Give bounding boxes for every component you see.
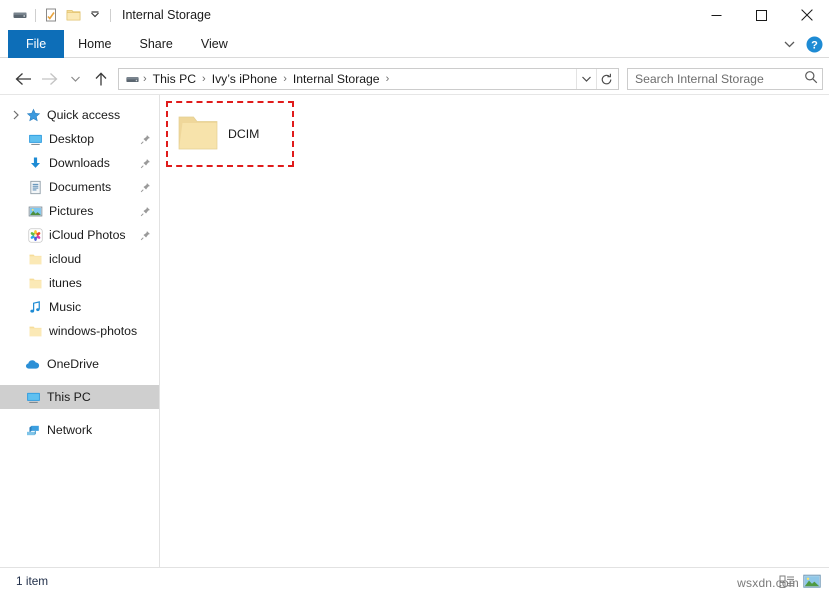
- toolbar-separator: [35, 9, 36, 22]
- sidebar-item-label: Desktop: [49, 132, 139, 146]
- pin-icon[interactable]: [139, 206, 151, 217]
- navigation-pane[interactable]: Quick access Desktop: [0, 95, 160, 567]
- properties-icon[interactable]: [40, 4, 62, 26]
- ribbon-right-controls: ?: [780, 30, 823, 58]
- drive-icon[interactable]: [123, 72, 142, 87]
- file-list-view[interactable]: DCIM: [160, 95, 829, 567]
- new-folder-icon[interactable]: [62, 4, 84, 26]
- sidebar-item-music[interactable]: Music: [0, 295, 159, 319]
- address-bar: › This PC › Ivy’s iPhone › Internal Stor…: [0, 64, 829, 94]
- breadcrumb[interactable]: › This PC › Ivy’s iPhone › Internal Stor…: [118, 68, 619, 90]
- refresh-icon[interactable]: [596, 69, 616, 89]
- folder-icon: [174, 114, 222, 154]
- sidebar-item-label: Documents: [49, 180, 139, 194]
- tab-view[interactable]: View: [187, 30, 242, 58]
- chevron-down-icon[interactable]: [84, 4, 106, 26]
- tab-home[interactable]: Home: [64, 30, 125, 58]
- title-bar: Internal Storage: [0, 0, 829, 30]
- status-bar: 1 item wsxdn.com: [0, 567, 829, 593]
- tab-file[interactable]: File: [8, 30, 64, 58]
- sidebar-item-label: Network: [47, 423, 151, 437]
- sidebar-item-label: itunes: [49, 276, 151, 290]
- window-controls: [694, 0, 829, 30]
- desktop-icon: [26, 132, 44, 147]
- file-item-label: DCIM: [228, 127, 259, 141]
- search-box[interactable]: [627, 68, 823, 90]
- sidebar-item-label: Music: [49, 300, 151, 314]
- window-title: Internal Storage: [122, 8, 211, 22]
- close-button[interactable]: [784, 0, 829, 30]
- folder-icon: [26, 324, 44, 339]
- breadcrumb-item-this-pc[interactable]: This PC: [148, 72, 201, 86]
- sidebar-item-icloud-photos[interactable]: iCloud Photos: [0, 223, 159, 247]
- sidebar-item-label: windows-photos: [49, 324, 151, 338]
- pin-icon[interactable]: [139, 134, 151, 145]
- icloud-photos-icon: [26, 228, 44, 243]
- up-button[interactable]: [88, 67, 114, 91]
- breadcrumb-item-internal-storage[interactable]: Internal Storage: [288, 72, 385, 86]
- sidebar-gap-3: [0, 409, 159, 418]
- thispc-icon: [24, 390, 42, 405]
- music-icon: [26, 300, 44, 315]
- toolbar-separator-2: [110, 9, 111, 22]
- pin-icon[interactable]: [139, 158, 151, 169]
- ribbon-tabs: File Home Share View ?: [0, 30, 829, 58]
- sidebar-item-icloud[interactable]: icloud: [0, 247, 159, 271]
- search-icon[interactable]: [804, 70, 818, 89]
- folder-icon: [26, 276, 44, 291]
- sidebar-item-downloads[interactable]: Downloads: [0, 151, 159, 175]
- pictures-icon: [26, 204, 44, 219]
- item-count-label: 1 item: [16, 574, 48, 588]
- chevron-down-icon[interactable]: [780, 35, 798, 53]
- sidebar-item-label: OneDrive: [47, 357, 151, 371]
- help-icon[interactable]: ?: [806, 36, 823, 53]
- recent-locations-button[interactable]: [62, 67, 88, 91]
- sidebar-gap: [0, 343, 159, 352]
- sidebar-item-label: Pictures: [49, 204, 139, 218]
- folder-icon: [26, 252, 44, 267]
- sidebar-item-desktop[interactable]: Desktop: [0, 127, 159, 151]
- sidebar-item-label: iCloud Photos: [49, 228, 139, 242]
- sidebar-item-network[interactable]: Network: [0, 418, 159, 442]
- sidebar-item-onedrive[interactable]: OneDrive: [0, 352, 159, 376]
- sidebar-item-this-pc[interactable]: This PC: [0, 385, 159, 409]
- explorer-body: Quick access Desktop: [0, 94, 829, 567]
- tab-share[interactable]: Share: [126, 30, 187, 58]
- watermark-label: wsxdn.com: [737, 576, 799, 590]
- sidebar-gap-2: [0, 376, 159, 385]
- sidebar-item-documents[interactable]: Documents: [0, 175, 159, 199]
- sidebar-item-quick-access[interactable]: Quick access: [0, 103, 159, 127]
- file-explorer-window: Internal Storage File Home Share View: [0, 0, 829, 593]
- quick-access-toolbar: [0, 4, 115, 26]
- pin-icon[interactable]: [139, 182, 151, 193]
- sidebar-item-label: Downloads: [49, 156, 139, 170]
- documents-icon: [26, 180, 44, 195]
- chevron-down-icon[interactable]: [576, 69, 596, 89]
- breadcrumb-item-iphone[interactable]: Ivy’s iPhone: [207, 72, 283, 86]
- sidebar-item-windows-photos[interactable]: windows-photos: [0, 319, 159, 343]
- sidebar-item-label: This PC: [47, 390, 151, 404]
- sidebar-item-itunes[interactable]: itunes: [0, 271, 159, 295]
- download-icon: [26, 156, 44, 171]
- minimize-button[interactable]: [694, 0, 739, 30]
- svg-text:?: ?: [811, 39, 818, 51]
- sidebar-item-label: icloud: [49, 252, 151, 266]
- network-icon: [24, 423, 42, 438]
- sidebar-item-label: Quick access: [47, 108, 151, 122]
- onedrive-icon: [24, 357, 42, 372]
- chevron-right-icon[interactable]: [8, 110, 24, 120]
- pin-icon[interactable]: [139, 230, 151, 241]
- large-icons-view-button[interactable]: [801, 571, 823, 591]
- sidebar-item-pictures[interactable]: Pictures: [0, 199, 159, 223]
- drive-icon[interactable]: [9, 4, 31, 26]
- file-item-dcim[interactable]: DCIM: [174, 105, 292, 163]
- back-button[interactable]: [10, 67, 36, 91]
- forward-button[interactable]: [36, 67, 62, 91]
- search-input[interactable]: [635, 72, 804, 86]
- maximize-button[interactable]: [739, 0, 784, 30]
- star-icon: [24, 108, 42, 123]
- breadcrumb-separator-3[interactable]: ›: [385, 73, 391, 85]
